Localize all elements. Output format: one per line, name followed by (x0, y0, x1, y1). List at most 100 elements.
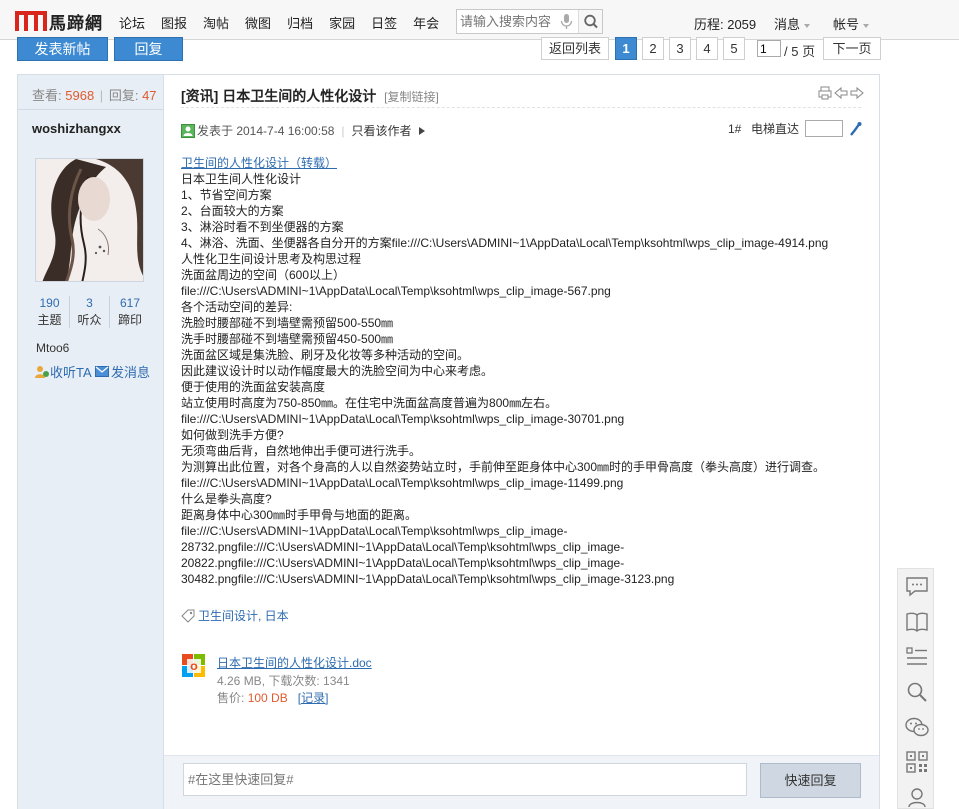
attachment-link[interactable]: 日本卫生间的人性化设计.doc (217, 654, 372, 671)
stat-listeners[interactable]: 3 听众 (70, 296, 110, 328)
new-post-button[interactable]: 发表新帖 (17, 37, 108, 61)
post-title-text: 日本卫生间的人性化设计 (222, 88, 377, 104)
chevron-down-icon (863, 23, 870, 28)
print-icon[interactable] (817, 85, 833, 101)
attachment-price: 售价: 100 DB [记录] (217, 689, 328, 706)
content-line: 28732.pngfile:///C:\Users\ADMINI~1\AppDa… (181, 540, 625, 554)
messages-menu-label: 消息 (774, 17, 801, 32)
quick-reply-button[interactable]: 快速回复 (760, 763, 861, 798)
content-line: 无须弯曲后背，自然地伸出手便可进行洗手。 (181, 444, 422, 458)
avatar[interactable] (35, 158, 144, 282)
post-time: 发表于 2014-7-4 16:00:58 (197, 124, 335, 138)
views-count: 5968 (65, 88, 95, 103)
divider (860, 74, 880, 750)
online-status-icon (181, 123, 195, 138)
thread-stats: 查看: 5968 | 回复: 47 (32, 88, 157, 103)
floor-number: 1# (728, 122, 742, 136)
price-label: 售价: (217, 691, 245, 705)
replies-count: 47 (142, 88, 157, 103)
account-menu-label: 帐号 (833, 17, 860, 32)
floor-jump-input[interactable] (805, 120, 844, 137)
search-box (456, 9, 603, 34)
content-line: 30482.pngfile:///C:\Users\ADMINI~1\AppDa… (181, 572, 675, 586)
nav-item[interactable]: 归档 (287, 13, 313, 32)
page-number-input[interactable] (757, 40, 781, 57)
tag-icon (181, 609, 195, 623)
next-page-button[interactable]: 下一页 (823, 37, 881, 60)
copy-link-button[interactable]: [复制链接] (384, 90, 439, 104)
page-button[interactable]: 4 (696, 37, 718, 60)
account-menu[interactable]: 帐号 (833, 14, 870, 33)
rank-label[interactable]: 历程: 2059 (694, 14, 756, 33)
triangle-right-icon (418, 126, 425, 135)
back-to-list-button[interactable]: 返回列表 (541, 37, 609, 60)
svg-text:O: O (190, 663, 198, 673)
quick-reply-input[interactable] (183, 763, 747, 796)
previous-thread-icon[interactable] (833, 85, 849, 101)
comment-button[interactable] (898, 569, 935, 604)
post-content: 卫生间的人性化设计（转载） 日本卫生间人性化设计 1、节省空间方案 2、台面较大… (181, 155, 861, 587)
messages-menu[interactable]: 消息 (774, 14, 811, 33)
replies-label: 回复: (108, 88, 139, 103)
page-button[interactable]: 1 (615, 37, 637, 60)
page-button[interactable]: 5 (723, 37, 745, 60)
post-main: [资讯] 日本卫生间的人性化设计 [复制链接] 发表于 2014-7-4 16:… (164, 75, 879, 809)
stat-label: 蹄印 (117, 313, 142, 327)
stat-value: 3 (86, 296, 93, 310)
avatar-image (36, 159, 143, 281)
search-float-button[interactable] (898, 674, 935, 709)
nav-item[interactable]: 日签 (371, 13, 397, 32)
book-button[interactable] (898, 604, 935, 639)
tag-links[interactable]: 卫生间设计, 日本 (198, 607, 289, 624)
qrcode-icon (905, 750, 928, 773)
nav-item[interactable]: 图报 (161, 13, 187, 32)
follow-label: 收听TA (50, 365, 92, 380)
list-button[interactable] (898, 639, 935, 674)
content-line: 洗脸时腰部碰不到墙壁需预留500-550㎜ (181, 316, 394, 330)
reply-button[interactable]: 回复 (114, 37, 183, 61)
nav-item[interactable]: 年会 (413, 13, 439, 32)
stat-value: 190 (39, 296, 60, 310)
only-author-link[interactable]: 只看该作者 (352, 122, 412, 139)
nav-item[interactable]: 淘帖 (203, 13, 229, 32)
source-link[interactable]: 卫生间的人性化设计（转载） (181, 156, 337, 170)
follow-button[interactable]: 收听TA (34, 362, 92, 381)
microphone-icon[interactable] (558, 13, 575, 30)
author-name[interactable]: woshizhangxx (32, 121, 121, 136)
content-line: 3、淋浴时看不到坐便器的方案 (181, 220, 344, 234)
stat-hoofprints[interactable]: 617 蹄印 (110, 296, 150, 328)
content-line: file:///C:\Users\ADMINI~1\AppData\Local\… (181, 412, 625, 426)
envelope-icon (95, 366, 109, 377)
title-tools (817, 85, 865, 101)
jump-label: 电梯直达 (751, 122, 800, 136)
content-line: 1、节省空间方案 (181, 188, 272, 202)
content-line: 20822.pngfile:///C:\Users\ADMINI~1\AppDa… (181, 556, 625, 570)
qrcode-button[interactable] (898, 744, 935, 779)
site-logo[interactable]: 馬蹄網 (15, 10, 103, 34)
post-container: 查看: 5968 | 回复: 47 woshizhangxx 190 主题 3 … (17, 74, 880, 809)
send-message-button[interactable]: 发消息 (95, 362, 150, 381)
user-button[interactable] (898, 779, 935, 809)
search-icon (907, 682, 927, 702)
post-category[interactable]: [资讯] (181, 88, 218, 104)
nav-item[interactable]: 家园 (329, 13, 355, 32)
content-line: 各个活动空间的差异: (181, 300, 293, 314)
price-value: 100 DB (247, 691, 288, 705)
nav-item[interactable]: 微图 (245, 13, 271, 32)
search-button[interactable] (578, 10, 602, 33)
wechat-button[interactable] (898, 709, 935, 744)
page-button[interactable]: 3 (669, 37, 691, 60)
post-tags: 卫生间设计, 日本 (181, 607, 289, 624)
content-line: 如何做到洗手方便? (181, 428, 284, 442)
floor-jump: 电梯直达 (751, 120, 863, 137)
attachment: O 日本卫生间的人性化设计.doc 4.26 MB, 下载次数: 1341 售价… (181, 653, 481, 705)
nav-item[interactable]: 论坛 (119, 13, 145, 32)
content-line: 4、淋浴、洗面、坐便器各自分开的方案file:///C:\Users\ADMIN… (181, 236, 829, 250)
content-line: 人性化卫生间设计思考及构思过程 (181, 252, 362, 266)
stat-topics[interactable]: 190 主题 (30, 296, 70, 328)
search-input[interactable] (457, 10, 555, 33)
content-line: file:///C:\Users\ADMINI~1\AppData\Local\… (181, 476, 624, 490)
wechat-icon (904, 717, 929, 736)
page-button[interactable]: 2 (642, 37, 664, 60)
purchase-record-link[interactable]: [记录] (298, 691, 329, 705)
